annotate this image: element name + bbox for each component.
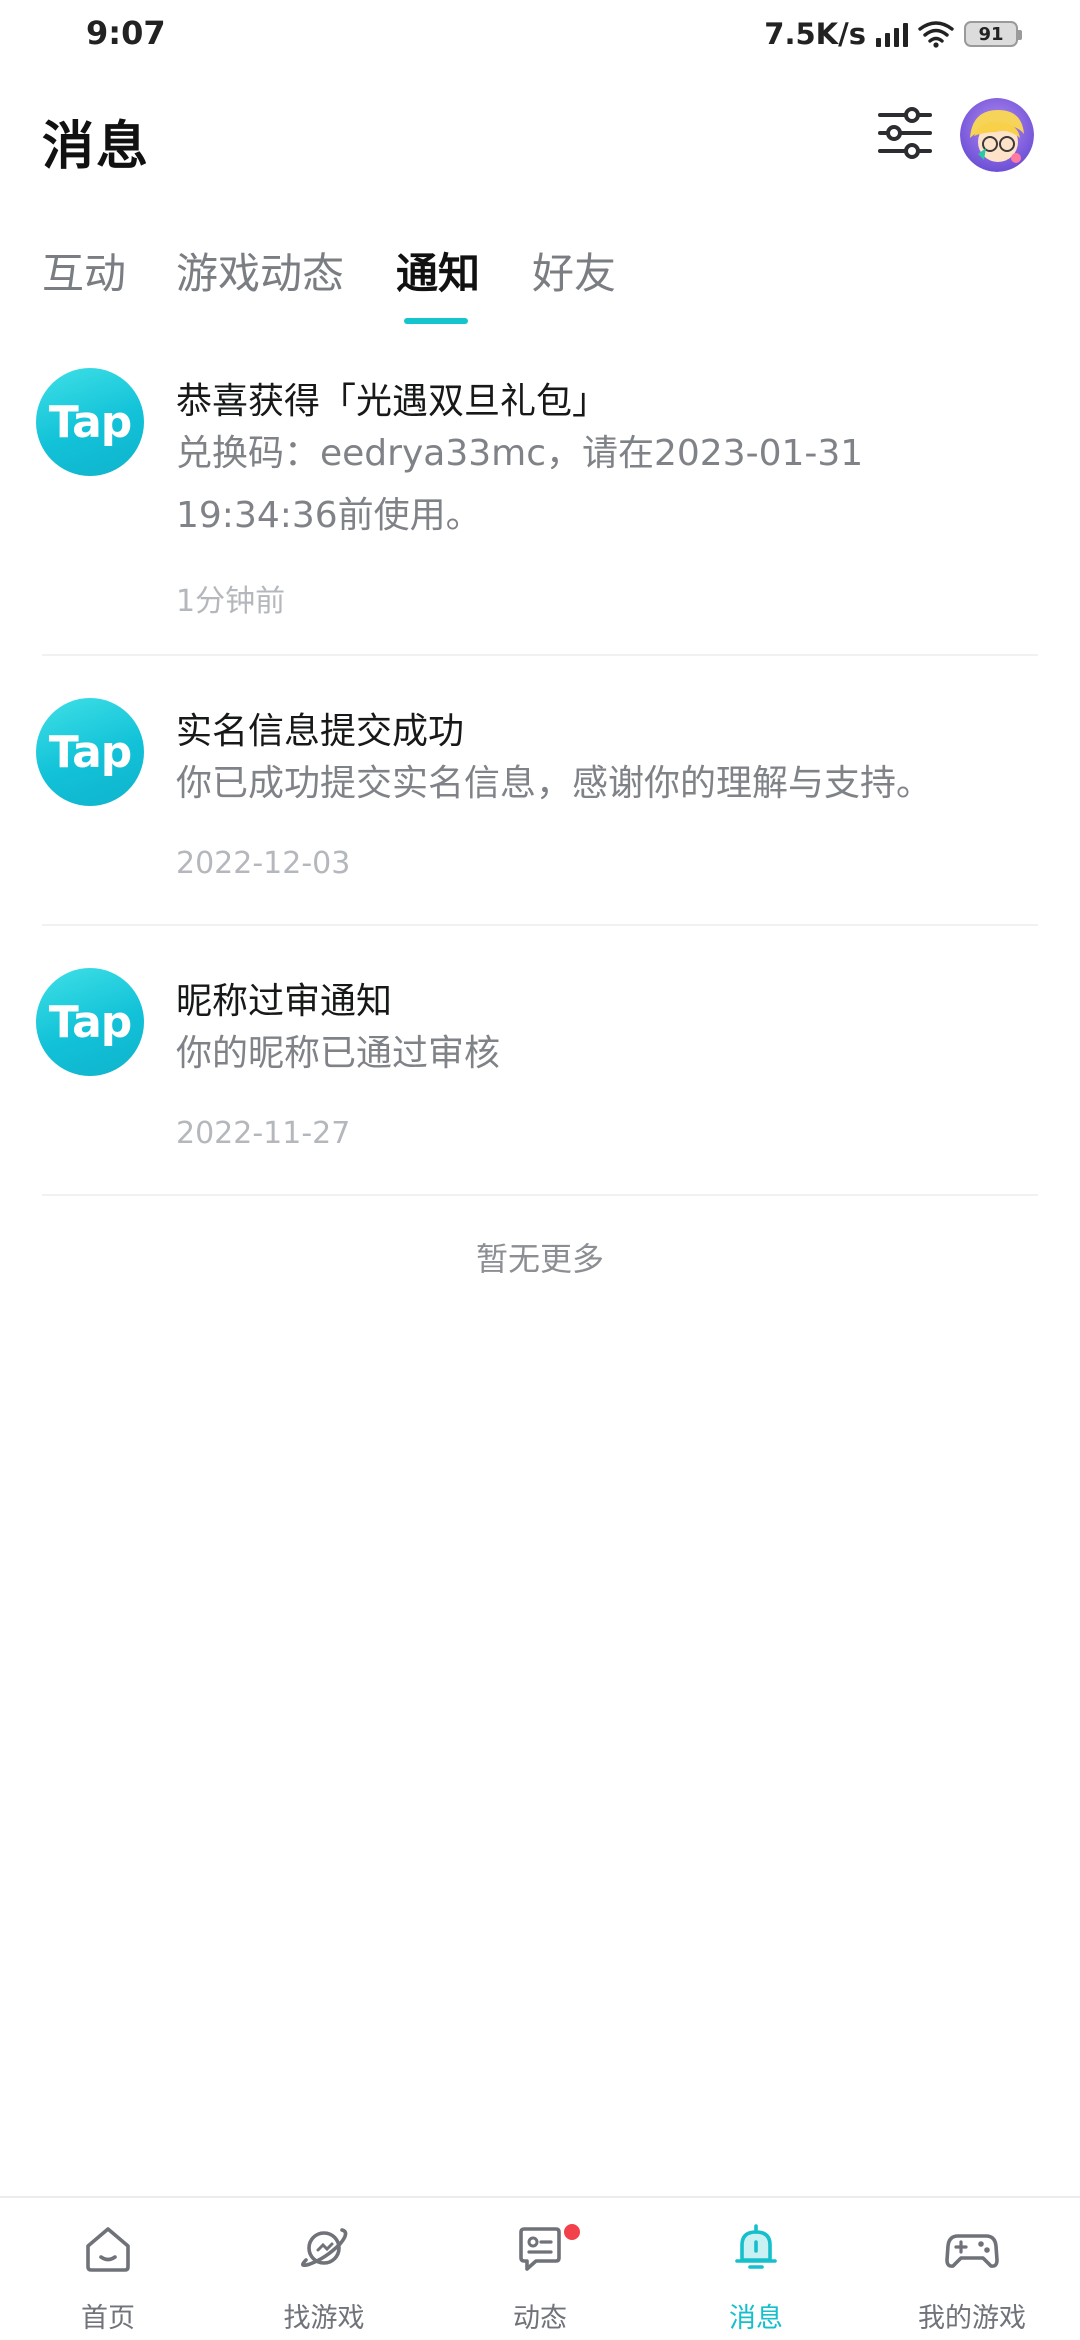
gamepad-icon xyxy=(945,2234,999,2268)
tab-interaction[interactable]: 互动 xyxy=(42,240,126,301)
notification-title: 恭喜获得「光遇双旦礼包」 xyxy=(176,381,609,422)
notification-title: 实名信息提交成功 xyxy=(176,711,465,752)
notification-body: 兑换码：eedrya33mc，请在2023-01-31 19:34:36前使用。 xyxy=(176,433,864,536)
status-time: 9:07 xyxy=(86,14,166,52)
nav-my-games[interactable]: 我的游戏 xyxy=(864,2198,1080,2340)
chat-bubble-icon xyxy=(519,2227,561,2271)
planet-icon xyxy=(301,2228,348,2268)
sliders-icon xyxy=(878,107,932,159)
nav-label: 动态 xyxy=(513,2303,567,2334)
tab-friends[interactable]: 好友 xyxy=(532,240,616,301)
page-title: 消息 xyxy=(42,117,151,177)
tab-game-updates[interactable]: 游戏动态 xyxy=(176,240,344,301)
logo-text: Tap xyxy=(48,996,133,1048)
divider xyxy=(42,654,1038,656)
home-icon xyxy=(86,2227,130,2272)
nav-messages[interactable]: 消息 xyxy=(648,2198,864,2340)
nav-label: 首页 xyxy=(81,2303,135,2334)
logo-text: Tap xyxy=(48,396,133,448)
signal-icon xyxy=(876,21,908,47)
notification-body: 你的昵称已通过审核 xyxy=(176,1033,501,1074)
status-indicators: 7.5K/s 91 xyxy=(764,16,1022,52)
taptap-logo: Tap xyxy=(36,368,144,476)
bottom-nav: 首页 找游戏 动态 消息 我的游戏 xyxy=(0,2196,1080,2340)
nav-find-games[interactable]: 找游戏 xyxy=(216,2198,432,2340)
no-more-text: 暂无更多 xyxy=(475,1240,604,1278)
nav-label: 消息 xyxy=(729,2303,783,2334)
divider xyxy=(42,924,1038,926)
network-speed: 7.5K/s xyxy=(764,17,866,51)
taptap-logo: Tap xyxy=(36,968,144,1076)
notification-badge xyxy=(562,2222,582,2242)
tab-notifications[interactable]: 通知 xyxy=(396,240,480,301)
nav-label: 找游戏 xyxy=(283,2303,365,2334)
avatar[interactable] xyxy=(960,98,1034,172)
user-avatar-icon xyxy=(960,98,1034,172)
divider xyxy=(42,1194,1038,1196)
notification-time: 2022-12-03 xyxy=(176,846,351,881)
active-tab-indicator xyxy=(404,318,468,324)
battery-icon: 91 xyxy=(964,21,1022,47)
notification-title: 昵称过审通知 xyxy=(176,981,393,1022)
nav-feed[interactable]: 动态 xyxy=(432,2198,648,2340)
nav-home[interactable]: 首页 xyxy=(0,2198,216,2340)
status-bar: 9:07 7.5K/s 91 xyxy=(0,0,1080,70)
taptap-logo: Tap xyxy=(36,698,144,806)
notification-body: 你已成功提交实名信息，感谢你的理解与支持。 xyxy=(176,763,933,804)
nav-label: 我的游戏 xyxy=(918,2303,1026,2334)
logo-text: Tap xyxy=(48,726,133,778)
wifi-icon xyxy=(918,21,954,48)
bell-icon xyxy=(735,2224,777,2269)
filter-button[interactable] xyxy=(876,104,934,162)
notification-time: 2022-11-27 xyxy=(176,1116,351,1151)
notification-time: 1分钟前 xyxy=(176,584,286,619)
